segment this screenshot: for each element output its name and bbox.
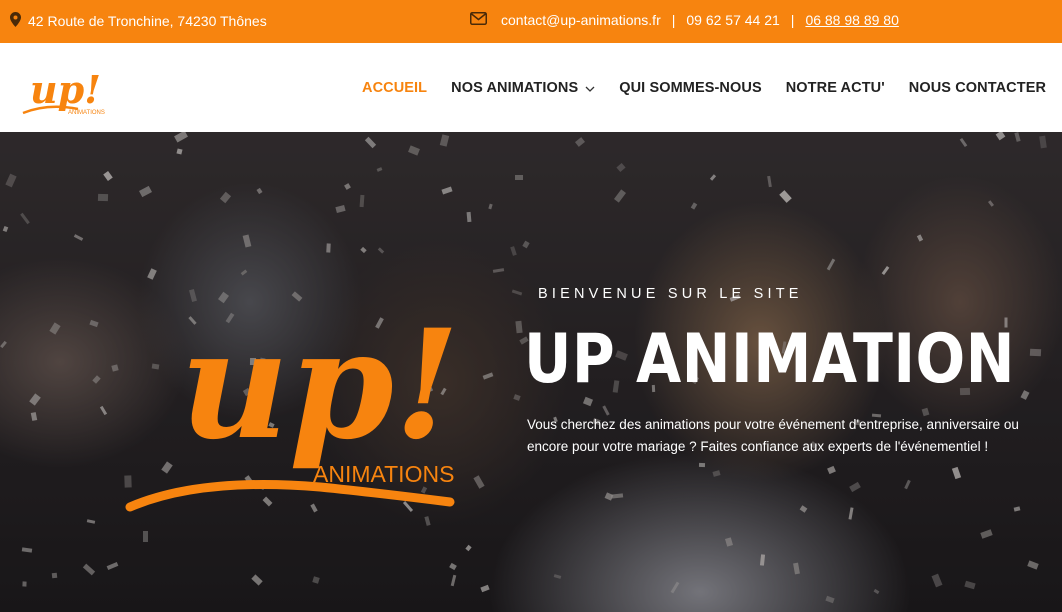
nav-item-accueil[interactable]: ACCUEIL (362, 80, 427, 96)
hero-title: UP ANIMATION (524, 320, 1016, 399)
address-text: 42 Route de Tronchine, 74230 Thônes (28, 13, 267, 29)
logo-main-text: up! (30, 67, 101, 112)
phone-link[interactable]: 09 62 57 44 21 (686, 12, 779, 28)
map-pin-icon (10, 12, 21, 30)
nav-item-nos-animations[interactable]: NOS ANIMATIONS (451, 80, 595, 96)
hero-banner: up! ANIMATIONS BIENVENUE SUR LE SITE UP … (0, 132, 1062, 612)
hero-logo-sub-text: ANIMATIONS (313, 461, 454, 487)
hero-description-line1: Vous cherchez des animations pour votre … (527, 417, 1019, 432)
nav-item-notre-actu[interactable]: NOTRE ACTU' (786, 80, 885, 96)
chevron-down-icon (585, 83, 595, 95)
email-link[interactable]: contact@up-animations.fr (501, 12, 661, 28)
hero-logo: up! ANIMATIONS (120, 262, 470, 522)
top-info-bar: 42 Route de Tronchine, 74230 Thônes cont… (0, 0, 1062, 43)
site-header: up! ANIMATIONS ACCUEIL NOS ANIMATIONS QU… (0, 43, 1062, 132)
separator: | (790, 12, 795, 28)
hero-description: Vous cherchez des animations pour votre … (527, 414, 1062, 458)
separator: | (671, 12, 676, 28)
logo-sub-text: ANIMATIONS (68, 110, 105, 116)
hero-description-line2: encore pour votre mariage ? Faites confi… (527, 439, 989, 454)
hero-logo-main-text: up! (180, 297, 460, 473)
mobile-phone-link[interactable]: 06 88 98 89 80 (805, 12, 898, 28)
welcome-subtitle: BIENVENUE SUR LE SITE (538, 286, 803, 302)
main-navigation: ACCUEIL NOS ANIMATIONS QUI SOMMES-NOUS N… (362, 80, 1046, 96)
nav-item-nous-contacter[interactable]: NOUS CONTACTER (909, 80, 1046, 96)
address: 42 Route de Tronchine, 74230 Thônes (10, 12, 267, 30)
envelope-icon (470, 12, 487, 28)
contact-info: contact@up-animations.fr | 09 62 57 44 2… (470, 12, 899, 28)
nav-item-qui-sommes-nous[interactable]: QUI SOMMES-NOUS (619, 80, 761, 96)
site-logo[interactable]: up! ANIMATIONS (18, 55, 118, 121)
